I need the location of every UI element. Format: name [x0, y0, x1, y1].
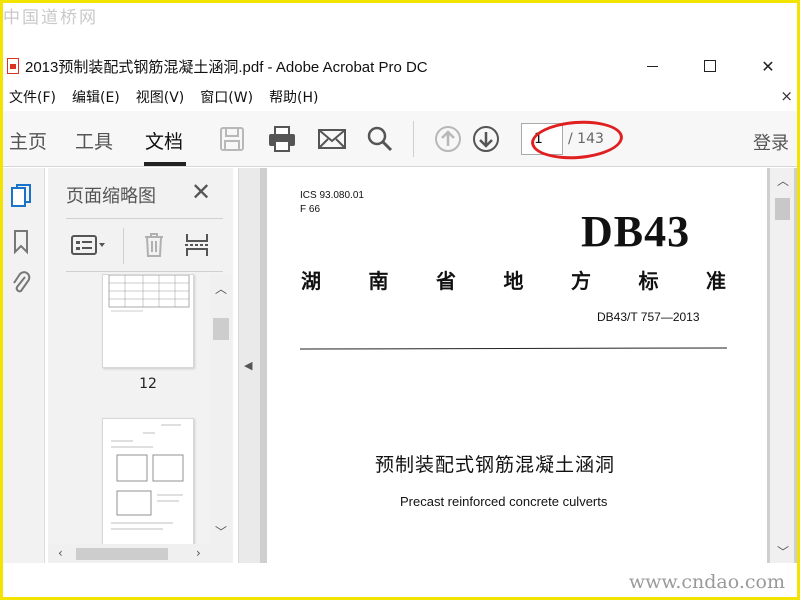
panel-divider [66, 271, 223, 272]
scroll-up-icon[interactable]: ︿ [215, 280, 227, 297]
tab-home[interactable]: 主页 [9, 127, 47, 154]
pages-icon [11, 184, 31, 207]
classification-code: F 66 [300, 204, 321, 215]
email-button[interactable] [317, 125, 347, 153]
login-button[interactable]: 登录 [753, 129, 789, 155]
app-frame: 中国道桥网 2013预制装配式钢筋混凝土涵洞.pdf - Adobe Acrob… [3, 3, 797, 597]
thumbnails-panel-title: 页面缩略图 [66, 186, 156, 207]
active-tab-indicator [144, 162, 186, 166]
ics-code: ICS 93.080.01 [300, 190, 364, 201]
envelope-icon [318, 129, 346, 149]
navigation-pane-strip [3, 168, 45, 563]
arrow-down-circle-icon [473, 126, 499, 152]
toolbar-separator [413, 121, 414, 157]
standard-type-char: 方 [571, 269, 591, 293]
bookmark-icon [14, 230, 28, 255]
printer-icon [269, 126, 295, 152]
standard-code-heading: DB43 [581, 207, 691, 256]
document-view: ICS 93.080.01 F 66 DB43 湖 南 省 地 方 标 准 DB… [260, 168, 797, 563]
thumbnail-options-button[interactable] [70, 230, 108, 260]
maximize-icon [704, 60, 716, 72]
heading-rule [299, 347, 728, 350]
menu-view[interactable]: 视图(V) [128, 87, 193, 107]
scroll-left-icon[interactable]: ‹ [58, 546, 63, 560]
thumbnails-horizontal-scrollbar[interactable]: ‹ › [48, 544, 233, 563]
document-title-chinese: 预制装配式钢筋混凝土涵洞 [375, 454, 616, 476]
trash-icon [145, 233, 163, 257]
search-icon [367, 126, 393, 152]
panel-divider [66, 218, 223, 219]
scroll-thumb[interactable] [76, 548, 168, 560]
window-controls: ✕ [623, 47, 797, 85]
arrow-up-circle-icon [435, 126, 461, 152]
close-thumbnails-button[interactable]: ✕ [191, 178, 211, 206]
document-title-english: Precast reinforced concrete culverts [400, 494, 608, 509]
standard-type-char: 标 [638, 269, 659, 293]
save-icon [220, 127, 244, 151]
collapse-left-icon: ◀ [244, 359, 253, 372]
standard-number: DB43/T 757—2013 [597, 310, 700, 324]
scroll-down-icon[interactable]: ﹀ [777, 543, 789, 560]
minimize-button[interactable] [623, 47, 681, 85]
paperclip-icon [13, 271, 31, 293]
find-button[interactable] [365, 125, 395, 153]
insert-page-button[interactable] [184, 230, 210, 260]
thumbnails-vertical-scrollbar[interactable]: ︿ ﹀ [210, 274, 232, 544]
table-page-preview [108, 274, 190, 312]
standard-type-char: 湖 [301, 269, 321, 293]
thumbnail-page-label: 12 [139, 376, 157, 392]
watermark-top: 中国道桥网 [3, 8, 98, 28]
pdf-file-icon [7, 58, 19, 74]
scroll-thumb[interactable] [213, 318, 229, 340]
thumbnail-list: 12 [48, 274, 208, 544]
standard-type-char: 地 [503, 269, 524, 293]
scroll-down-icon[interactable]: ﹀ [215, 523, 227, 540]
document-vertical-scrollbar[interactable]: ︿ ﹀ [770, 168, 794, 563]
menu-help[interactable]: 帮助(H) [261, 87, 326, 107]
minimize-icon [646, 65, 658, 67]
options-menu-icon [71, 235, 105, 255]
window-title: 2013预制装配式钢筋混凝土涵洞.pdf - Adobe Acrobat Pro… [25, 58, 428, 76]
tab-document[interactable]: 文档 [145, 127, 183, 154]
thumbnails-panel: 页面缩略图 ✕ 12 ︿ ﹀ ‹ › [48, 168, 233, 563]
close-icon: ✕ [761, 56, 775, 76]
maximize-button[interactable] [681, 47, 739, 85]
standard-type-char: 准 [706, 269, 726, 293]
menu-bar: 文件(F) 编辑(E) 视图(V) 窗口(W) 帮助(H) × [3, 85, 797, 109]
page-thumbnails-nav-button[interactable] [9, 182, 33, 210]
insert-page-icon [185, 234, 209, 256]
previous-page-button[interactable] [433, 125, 463, 153]
menu-edit[interactable]: 编辑(E) [64, 87, 128, 107]
standard-type-char: 南 [368, 269, 389, 293]
menu-file[interactable]: 文件(F) [3, 87, 64, 107]
watermark-bottom: www.cndao.com [628, 571, 785, 593]
tab-tools[interactable]: 工具 [75, 127, 113, 154]
menu-window[interactable]: 窗口(W) [192, 87, 261, 107]
scroll-thumb[interactable] [775, 198, 790, 220]
close-document-button[interactable]: × [780, 87, 793, 105]
standard-type-char: 省 [436, 269, 456, 293]
title-bar: 2013预制装配式钢筋混凝土涵洞.pdf - Adobe Acrobat Pro… [3, 47, 797, 85]
drawing-page-preview [111, 424, 184, 530]
document-page: ICS 93.080.01 F 66 DB43 湖 南 省 地 方 标 准 DB… [267, 168, 767, 563]
bookmarks-nav-button[interactable] [9, 228, 33, 256]
scroll-right-icon[interactable]: › [196, 546, 201, 560]
delete-pages-button[interactable] [142, 230, 166, 260]
thumbnail-page[interactable] [102, 274, 194, 368]
standard-type-heading: 湖 南 省 地 方 标 准 [301, 265, 726, 294]
collapse-panel-handle[interactable]: ◀ [238, 168, 260, 563]
attachments-nav-button[interactable] [9, 268, 33, 296]
save-button[interactable] [217, 125, 247, 153]
close-window-button[interactable]: ✕ [739, 47, 797, 85]
next-page-button[interactable] [471, 125, 501, 153]
print-button[interactable] [267, 125, 297, 153]
panel-toolbar-separator [123, 228, 124, 264]
thumbnail-page[interactable] [102, 418, 194, 544]
scroll-up-icon[interactable]: ︿ [777, 172, 789, 189]
main-toolbar: 主页 工具 文档 1 / 143 登录 [3, 111, 797, 167]
